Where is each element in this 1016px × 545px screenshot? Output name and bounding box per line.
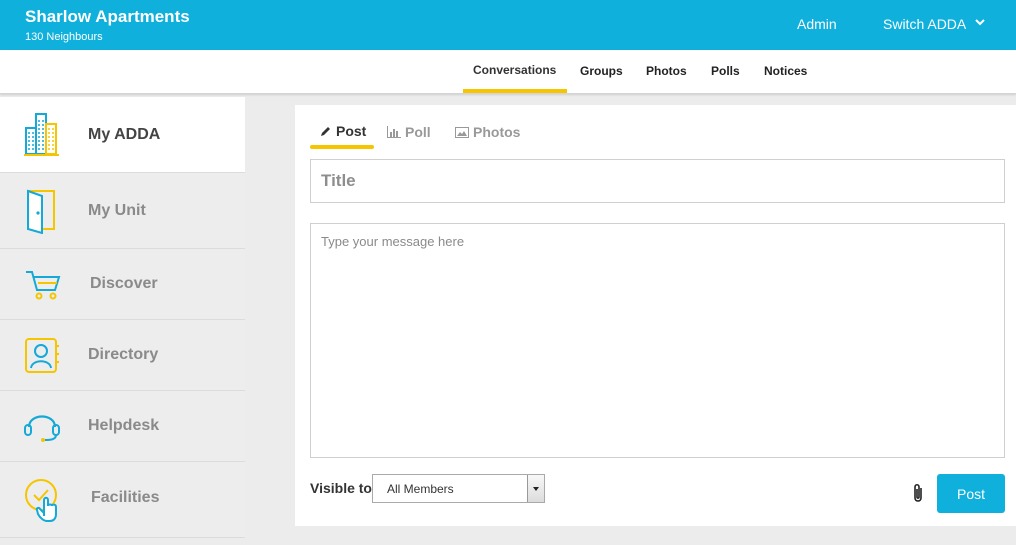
headset-icon	[24, 415, 60, 442]
sidebar-item-facilities[interactable]: Facilities	[0, 462, 245, 538]
neighbours-count[interactable]: 130 Neighbours	[25, 31, 103, 43]
post-composer: Post Poll Photos Visible to All Members …	[295, 105, 1016, 526]
bar-chart-icon	[387, 126, 401, 138]
community-name[interactable]: Sharlow Apartments	[25, 7, 190, 27]
sidebar-item-directory[interactable]: Directory	[0, 320, 245, 391]
visible-to-label: Visible to	[310, 480, 372, 496]
composer-tab-label: Post	[336, 123, 367, 139]
tab-notices[interactable]: Notices	[764, 64, 807, 78]
composer-tab-label: Poll	[405, 124, 431, 140]
section-tabs: Conversations Groups Photos Polls Notice…	[0, 50, 1016, 94]
post-button[interactable]: Post	[937, 474, 1005, 513]
pencil-icon	[321, 127, 330, 136]
tab-conversations[interactable]: Conversations	[473, 63, 556, 77]
tab-photos[interactable]: Photos	[646, 64, 687, 78]
tap-check-icon	[25, 479, 57, 522]
image-icon	[455, 127, 469, 138]
sidebar-item-my-unit[interactable]: My Unit	[0, 173, 245, 249]
sidebar-item-discover[interactable]: Discover	[0, 249, 245, 320]
tab-groups[interactable]: Groups	[580, 64, 623, 78]
sidebar-item-my-adda[interactable]: My ADDA	[0, 97, 245, 173]
sidebar-item-helpdesk[interactable]: Helpdesk	[0, 391, 245, 462]
switch-adda-dropdown[interactable]: Switch ADDA	[883, 16, 966, 32]
composer-tab-label: Photos	[473, 124, 521, 140]
dropdown-arrow-icon[interactable]	[527, 475, 544, 502]
visibility-select[interactable]: All Members	[372, 474, 545, 503]
sidebar-item-label: Helpdesk	[88, 417, 160, 434]
composer-tab-poll[interactable]: Poll	[387, 124, 431, 140]
active-tab-indicator	[463, 89, 567, 93]
chevron-down-icon[interactable]	[974, 16, 986, 28]
top-bar: Sharlow Apartments 130 Neighbours Admin …	[0, 0, 1016, 50]
sidebar-item-label: Directory	[88, 346, 159, 363]
composer-tab-photos[interactable]: Photos	[455, 124, 520, 140]
contact-book-icon	[25, 338, 59, 373]
active-composer-tab-indicator	[310, 145, 374, 149]
paperclip-icon[interactable]	[910, 482, 926, 504]
sidebar: My ADDA My Unit Discover Directory Helpd…	[0, 97, 245, 545]
door-icon	[27, 189, 55, 234]
building-icon	[24, 113, 59, 156]
sidebar-item-label: Facilities	[91, 489, 160, 506]
composer-tab-post[interactable]: Post	[320, 123, 366, 139]
tab-polls[interactable]: Polls	[711, 64, 740, 78]
visibility-select-value: All Members	[387, 482, 454, 496]
sidebar-item-label: My Unit	[88, 202, 146, 219]
message-input[interactable]	[310, 223, 1005, 458]
sidebar-item-label: Discover	[90, 275, 158, 292]
admin-link[interactable]: Admin	[797, 16, 837, 32]
title-input[interactable]	[310, 159, 1005, 203]
sidebar-item-label: My ADDA	[88, 126, 161, 143]
cart-icon	[26, 271, 61, 300]
